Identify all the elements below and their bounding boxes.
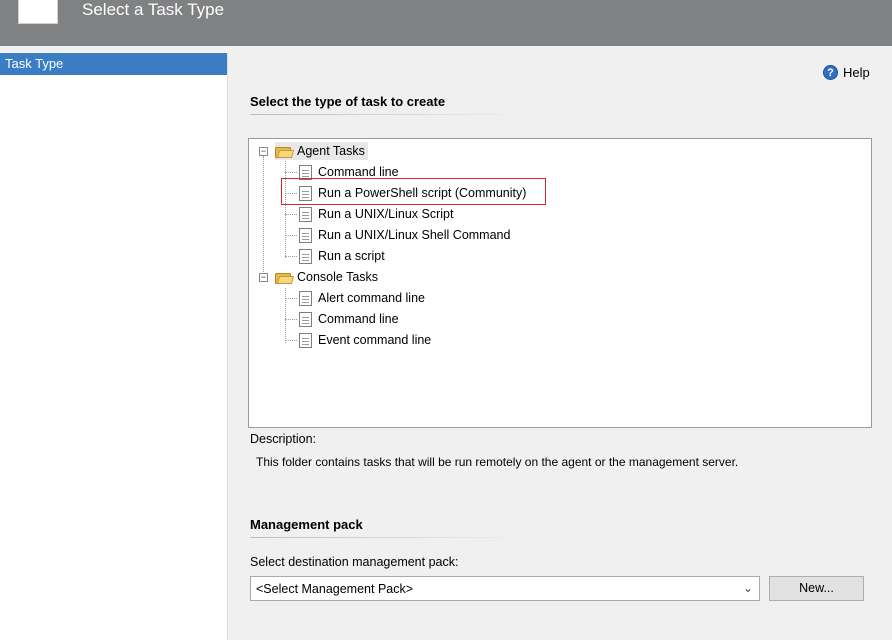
wizard-steps-sidebar: Task Type xyxy=(0,52,228,640)
task-icon xyxy=(299,311,312,327)
chevron-down-icon[interactable]: ⌄ xyxy=(743,581,753,595)
management-pack-select-label: Select destination management pack: xyxy=(250,555,459,569)
help-label: Help xyxy=(843,64,870,80)
tree-node-alert-command-line[interactable]: Alert command line xyxy=(299,289,425,307)
task-icon xyxy=(299,290,312,306)
new-management-pack-button[interactable]: New... xyxy=(769,576,864,601)
collapse-toggle-console-tasks[interactable]: − xyxy=(259,273,268,282)
title-bar: Select a Task Type xyxy=(0,0,892,46)
task-icon xyxy=(299,332,312,348)
folder-icon xyxy=(275,145,295,158)
tree-connector xyxy=(285,319,297,320)
tree-connector xyxy=(285,161,286,258)
tree-node-label: Console Tasks xyxy=(297,270,379,284)
management-pack-section-title: Management pack xyxy=(250,517,363,532)
task-icon xyxy=(299,206,312,222)
sidebar-item-task-type[interactable]: Task Type xyxy=(0,53,227,75)
tree-connector xyxy=(263,156,264,282)
tree-connector xyxy=(285,298,297,299)
tree-node-label: Command line xyxy=(318,165,399,179)
tree-node-label: Run a UNIX/Linux Shell Command xyxy=(318,228,511,242)
tree-node-label: Event command line xyxy=(318,333,432,347)
wizard-icon xyxy=(18,0,58,24)
tree-node-label: Run a UNIX/Linux Script xyxy=(318,207,454,221)
tree-node-label: Run a script xyxy=(318,249,385,263)
section-divider xyxy=(250,114,530,115)
task-icon xyxy=(299,227,312,243)
highlight-annotation xyxy=(281,178,546,205)
page-title: Select a Task Type xyxy=(82,0,225,19)
tree-node-label: Command line xyxy=(318,312,399,326)
tree-node-run-unix-linux-shell-command[interactable]: Run a UNIX/Linux Shell Command xyxy=(299,226,510,244)
tree-node-console-tasks[interactable]: Console Tasks xyxy=(275,268,378,286)
collapse-toggle-agent-tasks[interactable]: − xyxy=(259,147,268,156)
folder-icon xyxy=(275,271,295,284)
tree-connector xyxy=(285,340,297,341)
help-link[interactable]: ? Help xyxy=(823,63,870,81)
tree-connector xyxy=(285,172,297,173)
description-label: Description: xyxy=(250,432,316,446)
help-icon: ? xyxy=(823,64,838,80)
task-type-section-title: Select the type of task to create xyxy=(250,94,446,109)
tree-node-label: Alert command line xyxy=(318,291,425,305)
management-pack-select[interactable]: <Select Management Pack> ⌄ xyxy=(250,576,760,601)
select-value: <Select Management Pack> xyxy=(256,582,414,596)
tree-node-agent-tasks[interactable]: Agent Tasks xyxy=(275,142,368,160)
tree-connector xyxy=(285,256,297,257)
task-icon xyxy=(299,248,312,264)
tree-node-run-unix-linux-script[interactable]: Run a UNIX/Linux Script xyxy=(299,205,453,223)
tree-node-run-a-script[interactable]: Run a script xyxy=(299,247,385,265)
section-divider xyxy=(250,537,530,538)
description-text: This folder contains tasks that will be … xyxy=(256,455,739,469)
tree-connector xyxy=(285,288,286,343)
tree-connector xyxy=(285,214,297,215)
tree-node-event-command-line[interactable]: Event command line xyxy=(299,331,431,349)
tree-node-console-command-line[interactable]: Command line xyxy=(299,310,399,328)
tree-node-label: Agent Tasks xyxy=(297,144,365,158)
tree-connector xyxy=(285,235,297,236)
